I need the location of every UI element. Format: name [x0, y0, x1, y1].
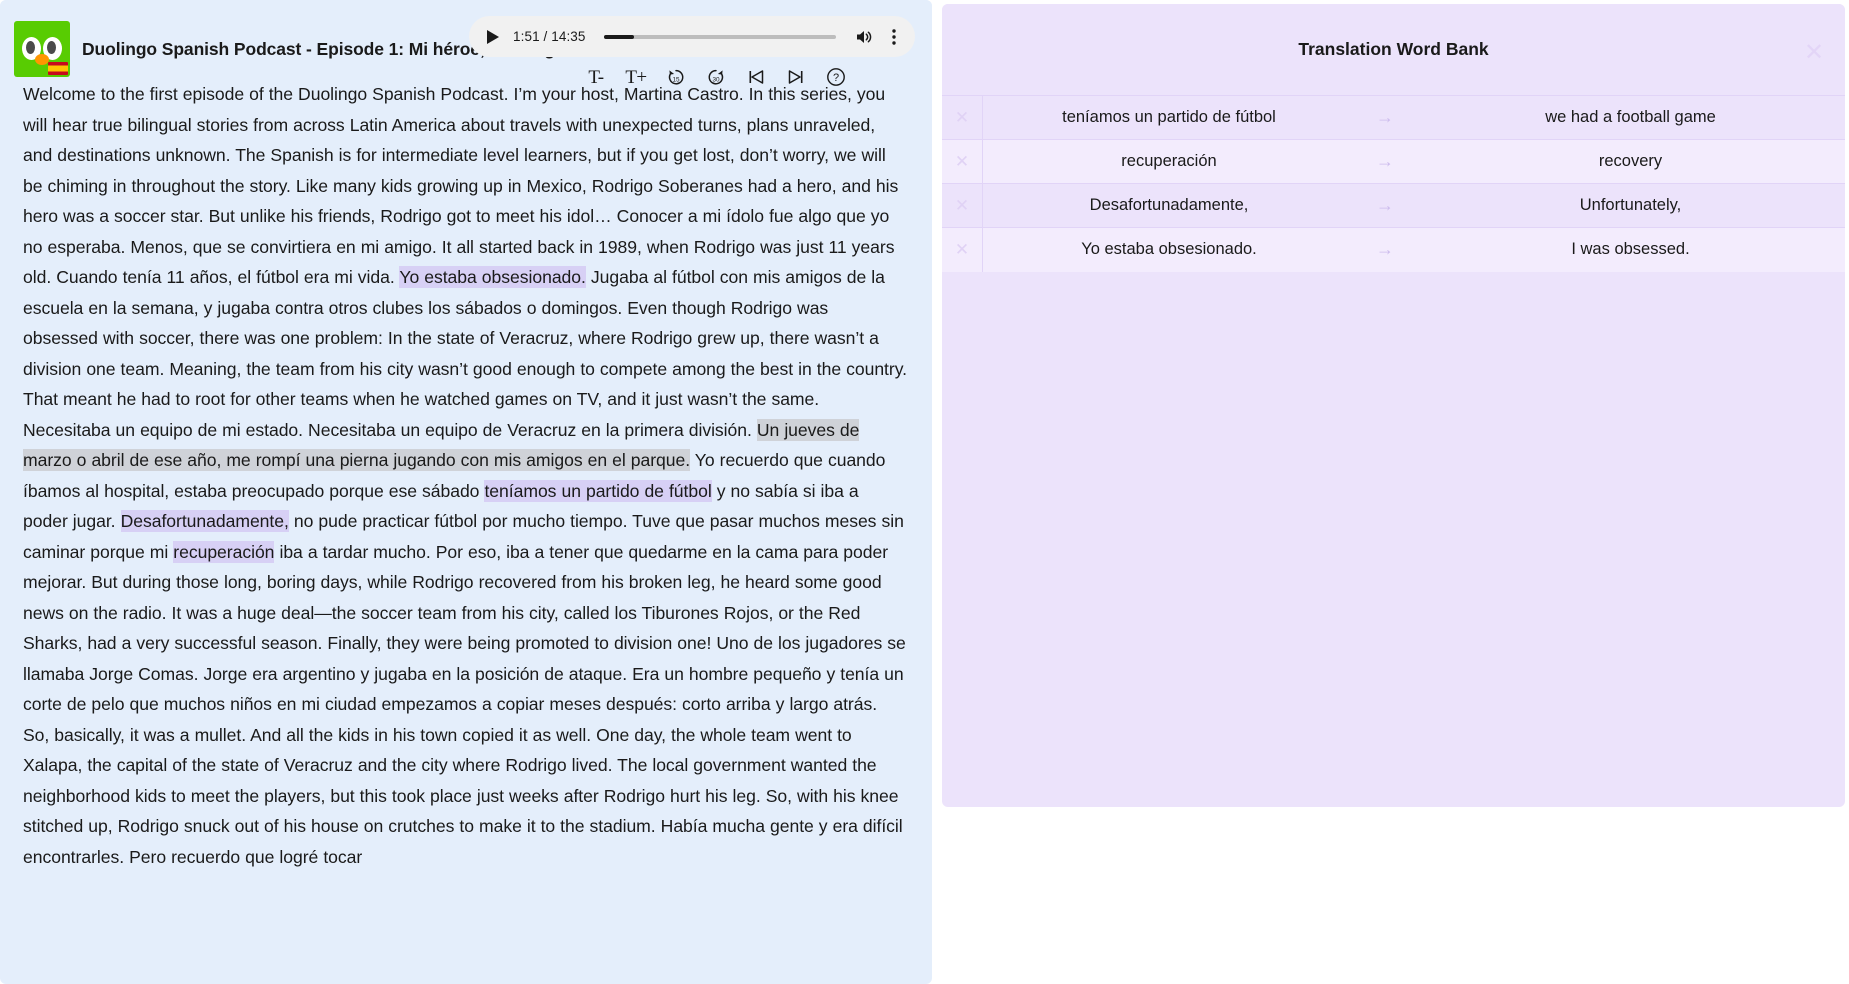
- increase-text-size-label: T+: [625, 68, 646, 87]
- time-display: 1:51 / 14:35: [513, 29, 586, 44]
- remove-entry-icon[interactable]: ✕: [942, 228, 983, 272]
- word-bank-row[interactable]: ✕Desafortunadamente,→Unfortunately,: [942, 184, 1845, 228]
- app-root: Duolingo Spanish Podcast - Episode 1: Mi…: [0, 0, 1849, 984]
- decrease-text-size-label: T-: [588, 68, 603, 87]
- close-icon[interactable]: ✕: [1803, 42, 1825, 64]
- transcript-reader-pane: Duolingo Spanish Podcast - Episode 1: Mi…: [0, 0, 932, 984]
- word-bank-body: ✕teníamos un partido de fútbol→we had a …: [942, 96, 1845, 272]
- volume-icon[interactable]: [854, 27, 874, 47]
- progress-scrubber[interactable]: [604, 35, 836, 39]
- owl-pupil-left: [26, 41, 35, 54]
- more-options-icon[interactable]: [886, 27, 902, 47]
- word-bank-target-text: Unfortunately,: [1416, 184, 1845, 228]
- arrow-right-icon: →: [1354, 96, 1416, 140]
- word-bank-title: Translation Word Bank: [1298, 39, 1488, 60]
- arrow-right-icon: →: [1354, 184, 1416, 228]
- transcript-body[interactable]: Welcome to the first episode of the Duol…: [23, 85, 908, 872]
- owl-pupil-right: [47, 41, 56, 54]
- word-bank-source-text: Yo estaba obsesionado.: [983, 228, 1355, 272]
- duolingo-owl-logo-icon: [14, 21, 70, 77]
- svg-text:15: 15: [672, 77, 680, 84]
- transcript-highlight[interactable]: teníamos un partido de fútbol: [484, 480, 711, 502]
- word-bank-source-text: recuperación: [983, 140, 1355, 184]
- word-bank-source-text: teníamos un partido de fútbol: [983, 96, 1355, 140]
- word-bank-source-text: Desafortunadamente,: [983, 184, 1355, 228]
- transcript-text[interactable]: Welcome to the first episode of the Duol…: [23, 85, 898, 287]
- transcript-text[interactable]: iba a tardar mucho. Por eso, iba a tener…: [23, 542, 906, 867]
- audio-player[interactable]: 1:51 / 14:35: [469, 16, 915, 57]
- play-icon[interactable]: [485, 29, 501, 45]
- word-bank-row[interactable]: ✕teníamos un partido de fútbol→we had a …: [942, 96, 1845, 140]
- word-bank-row[interactable]: ✕Yo estaba obsesionado.→I was obsessed.: [942, 228, 1845, 272]
- word-bank-target-text: we had a football game: [1416, 96, 1845, 140]
- remove-entry-icon[interactable]: ✕: [942, 140, 983, 184]
- transcript-highlight[interactable]: Desafortunadamente,: [121, 510, 289, 532]
- remove-entry-icon[interactable]: ✕: [942, 96, 983, 140]
- spanish-flag-badge-icon: [48, 62, 68, 75]
- word-bank-header: Translation Word Bank ✕: [942, 4, 1845, 95]
- word-bank-target-text: recovery: [1416, 140, 1845, 184]
- svg-text:?: ?: [833, 72, 839, 84]
- progress-fill: [604, 35, 634, 39]
- remove-entry-icon[interactable]: ✕: [942, 184, 983, 228]
- transcript-scroll-area[interactable]: Welcome to the first episode of the Duol…: [0, 85, 932, 984]
- arrow-right-icon: →: [1354, 228, 1416, 272]
- word-bank-row[interactable]: ✕recuperación→recovery: [942, 140, 1845, 184]
- transcript-highlight[interactable]: recuperación: [173, 541, 274, 563]
- svg-text:30: 30: [712, 77, 720, 84]
- translation-word-bank-panel: Translation Word Bank ✕ ✕teníamos un par…: [942, 4, 1845, 807]
- word-bank-table: ✕teníamos un partido de fútbol→we had a …: [942, 95, 1845, 272]
- arrow-right-icon: →: [1354, 140, 1416, 184]
- transcript-text[interactable]: Jugaba al fútbol con mis amigos de la es…: [23, 267, 907, 440]
- word-bank-target-text: I was obsessed.: [1416, 228, 1845, 272]
- transcript-highlight[interactable]: Yo estaba obsesionado.: [399, 266, 585, 288]
- player-header: Duolingo Spanish Podcast - Episode 1: Mi…: [0, 0, 932, 93]
- owl-beak: [35, 54, 49, 65]
